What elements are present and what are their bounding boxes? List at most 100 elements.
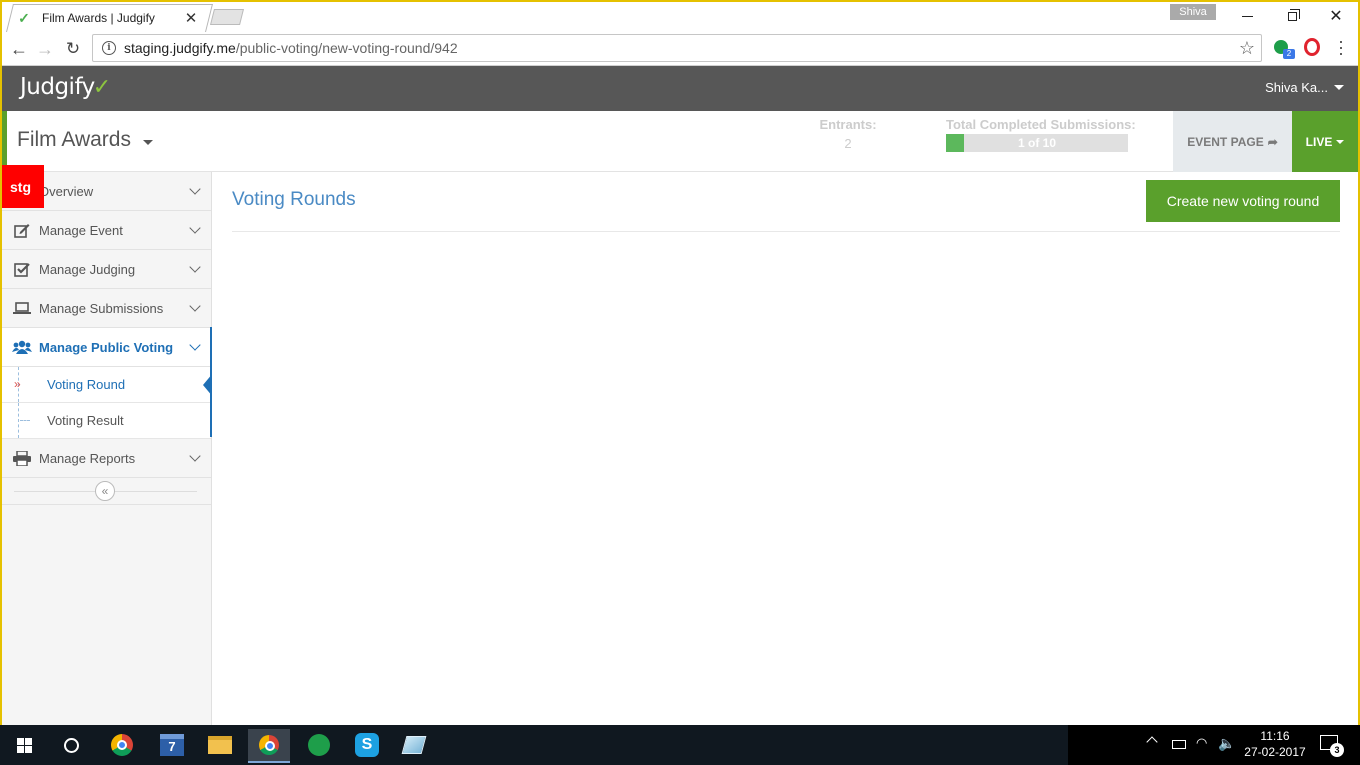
browser-titlebar: ✓ Film Awards | Judgify ✕ Shiva ✕: [2, 2, 1358, 32]
environment-badge: stg: [2, 165, 44, 208]
logo-check-icon: ✓: [92, 75, 111, 100]
sidebar-item-label: Manage Public Voting: [39, 339, 174, 355]
browser-tab-content[interactable]: ✓ Film Awards | Judgify ✕: [14, 5, 214, 31]
sidebar-item-label: Overview: [39, 183, 94, 199]
notification-count-badge: 3: [1330, 743, 1344, 757]
judgify-logo[interactable]: Judgify✓: [20, 74, 111, 100]
main-content: Voting Rounds Create new voting round: [212, 172, 1358, 725]
sidebar-subitem-label: Voting Result: [47, 413, 124, 428]
laptop-icon: [12, 300, 32, 316]
checkbox-icon: [12, 261, 32, 277]
info-icon[interactable]: i: [102, 41, 116, 55]
forward-arrow-icon[interactable]: →: [32, 36, 58, 62]
event-bar: Film Awards Entrants: 2 Total Completed …: [2, 111, 1358, 172]
sidebar-item-label: Manage Reports: [39, 450, 136, 466]
chevron-down-icon: [189, 339, 201, 351]
submissions-label: Total Completed Submissions:: [946, 117, 1136, 132]
chrome-taskbar-icon[interactable]: [108, 731, 136, 759]
sidebar-item-label: Manage Judging: [39, 261, 136, 277]
collapse-sidebar-icon[interactable]: «: [95, 481, 115, 501]
sidebar-subitem-voting-round[interactable]: » Voting Round: [2, 367, 213, 403]
chevron-down-icon: [189, 450, 201, 462]
edit-icon: [12, 222, 32, 238]
chevron-down-icon: [189, 222, 201, 234]
sidebar-item-label: Manage Event: [39, 222, 123, 238]
user-menu[interactable]: Shiva Ka...: [1265, 80, 1344, 95]
tree-dash: [20, 420, 30, 421]
submissions-stat: Total Completed Submissions: 1 of 10: [946, 117, 1136, 152]
event-selector[interactable]: Film Awards: [17, 128, 153, 152]
tree-line: [18, 403, 19, 438]
chevron-up-icon[interactable]: [1146, 736, 1158, 748]
sidebar-subitem-label: Voting Round: [47, 377, 126, 392]
event-page-button[interactable]: EVENT PAGE ➦: [1173, 111, 1292, 172]
sidebar-item-manage-reports[interactable]: Manage Reports: [2, 439, 211, 478]
opera-extension-icon[interactable]: [1304, 38, 1320, 56]
chrome-active-window-icon[interactable]: [248, 729, 290, 763]
back-arrow-icon[interactable]: ←: [6, 36, 32, 62]
bookmark-star-icon[interactable]: ☆: [1239, 38, 1255, 59]
window-close-button[interactable]: ✕: [1316, 4, 1356, 28]
chevron-down-icon: [189, 183, 201, 195]
page-title: Voting Rounds: [232, 189, 356, 210]
user-name: Shiva Ka...: [1265, 80, 1328, 95]
sidebar-item-manage-submissions[interactable]: Manage Submissions: [2, 289, 211, 328]
submissions-progress-bar: 1 of 10: [946, 134, 1128, 152]
sidebar-collapse-row: «: [2, 478, 211, 505]
url-path: /public-voting/new-voting-round/942: [235, 40, 458, 56]
entrants-stat: Entrants: 2: [808, 117, 888, 151]
logo-text: Judgify: [20, 74, 95, 100]
url-text[interactable]: staging.judgify.me/public-voting/new-vot…: [124, 40, 458, 56]
reload-icon[interactable]: ↻: [60, 36, 86, 62]
calendar-taskbar-icon[interactable]: 7: [158, 731, 186, 759]
clock-date: 27-02-2017: [1244, 745, 1306, 759]
hangouts-taskbar-icon[interactable]: [305, 731, 333, 759]
caret-down-icon: [1334, 85, 1344, 90]
event-title: Film Awards: [17, 128, 131, 151]
tab-close-icon[interactable]: ✕: [182, 9, 200, 27]
event-page-label: EVENT PAGE: [1187, 134, 1264, 149]
sidebar-subitem-voting-result[interactable]: Voting Result: [2, 403, 211, 439]
clock-time: 11:16: [1260, 729, 1290, 743]
live-label: LIVE: [1305, 134, 1333, 149]
app-header: Judgify✓ Shiva Ka...: [2, 66, 1358, 111]
sidebar-item-manage-public-voting[interactable]: Manage Public Voting: [2, 328, 211, 367]
wifi-icon[interactable]: ◠: [1196, 735, 1207, 751]
windows-taskbar: 7 S ◠ 🔈 11:16 27-02-2017 3: [0, 725, 1360, 765]
cortana-search-icon[interactable]: [57, 731, 85, 759]
caret-down-icon: [142, 139, 153, 145]
judgify-favicon-icon: ✓: [18, 9, 30, 26]
live-status-button[interactable]: LIVE: [1292, 111, 1358, 172]
address-bar[interactable]: i staging.judgify.me/public-voting/new-v…: [92, 34, 1262, 62]
event-accent-bar: [2, 111, 7, 172]
create-voting-round-button[interactable]: Create new voting round: [1146, 180, 1340, 222]
minimize-button[interactable]: [1227, 4, 1267, 28]
file-explorer-icon[interactable]: [206, 731, 234, 759]
clock[interactable]: 11:16 27-02-2017: [1240, 728, 1310, 760]
divider: [232, 231, 1340, 232]
tab-title: Film Awards | Judgify: [42, 11, 155, 25]
battery-icon[interactable]: [1172, 740, 1186, 749]
sidebar-item-manage-event[interactable]: Manage Event: [2, 211, 211, 250]
skype-taskbar-icon[interactable]: S: [353, 731, 381, 759]
sidebar-item-manage-judging[interactable]: Manage Judging: [2, 250, 211, 289]
entrants-value: 2: [844, 136, 852, 151]
print-icon: [12, 450, 32, 466]
users-icon: [12, 339, 32, 355]
new-tab-button[interactable]: [210, 9, 244, 25]
caret-down-icon: [1336, 139, 1345, 144]
submissions-progress-text: 1 of 10: [1017, 136, 1056, 150]
sidebar: Overview Manage Event Manage Judging Man…: [2, 172, 213, 725]
browser-toolbar: ← → ↻ i staging.judgify.me/public-voting…: [2, 32, 1358, 66]
chrome-menu-icon[interactable]: · · ·: [1336, 32, 1346, 62]
system-tray: ◠ 🔈 11:16 27-02-2017 3: [1068, 725, 1360, 765]
share-arrow-icon: ➦: [1267, 134, 1278, 149]
calendar-day: 7: [160, 734, 184, 756]
url-host: staging.judgify.me: [124, 40, 236, 56]
volume-icon[interactable]: 🔈: [1218, 735, 1235, 752]
windows-start-icon[interactable]: [10, 731, 38, 759]
chevron-down-icon: [189, 300, 201, 312]
app-taskbar-icon[interactable]: [400, 731, 428, 759]
restore-button[interactable]: [1272, 4, 1312, 28]
profile-chip[interactable]: Shiva: [1170, 4, 1216, 20]
